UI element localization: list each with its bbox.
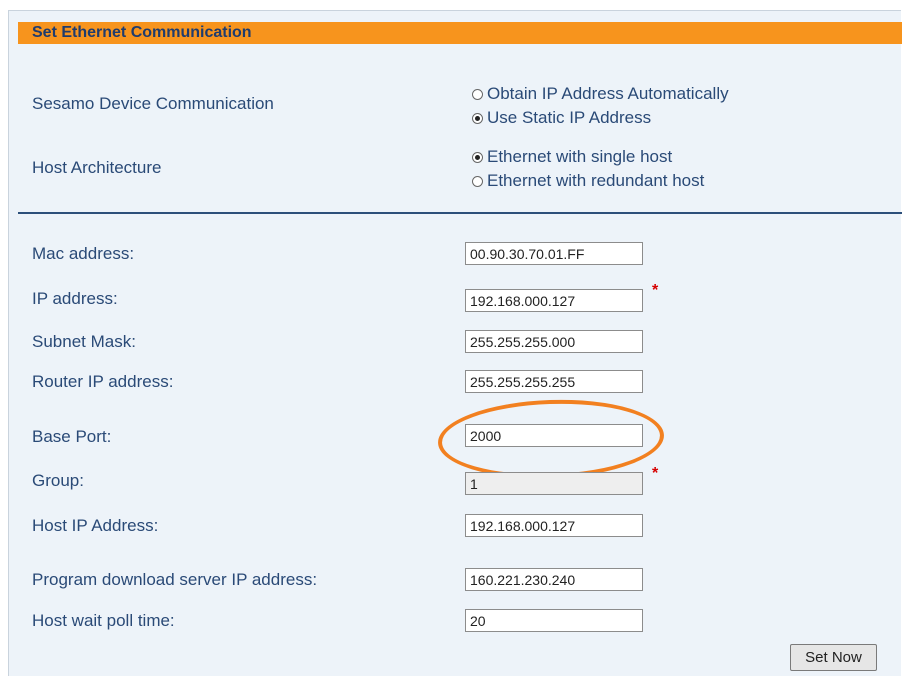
host-ip-label: Host IP Address:: [32, 516, 159, 535]
router-ip-label: Router IP address:: [32, 372, 174, 391]
required-marker: *: [652, 465, 659, 482]
group-input[interactable]: [465, 472, 643, 495]
mac-address-input[interactable]: [465, 242, 643, 265]
radio-button-icon[interactable]: [472, 88, 483, 100]
base-port-label: Base Port:: [32, 427, 112, 446]
download-server-ip-input[interactable]: [465, 568, 643, 591]
host-ip-input[interactable]: [465, 514, 643, 537]
radio-redundant-host[interactable]: Ethernet with redundant host: [472, 171, 704, 191]
radio-label: Use Static IP Address: [487, 108, 652, 127]
ip-address-label: IP address:: [32, 289, 118, 308]
radio-label: Ethernet with single host: [487, 147, 673, 166]
ip-address-input[interactable]: [465, 289, 643, 312]
required-marker: *: [652, 282, 659, 299]
host-architecture-label: Host Architecture: [32, 158, 162, 177]
group-label: Group:: [32, 471, 84, 490]
radio-label: Obtain IP Address Automatically: [487, 84, 729, 103]
section-title: Set Ethernet Communication: [32, 24, 252, 41]
radio-obtain-ip-auto[interactable]: Obtain IP Address Automatically: [472, 84, 729, 104]
device-communication-label: Sesamo Device Communication: [32, 94, 274, 113]
subnet-mask-input[interactable]: [465, 330, 643, 353]
radio-single-host[interactable]: Ethernet with single host: [472, 147, 672, 167]
host-wait-poll-time-label: Host wait poll time:: [32, 611, 175, 630]
set-now-button[interactable]: Set Now: [790, 644, 877, 671]
radio-button-selected-icon[interactable]: [472, 151, 483, 163]
section-divider: [18, 212, 902, 214]
router-ip-input[interactable]: [465, 370, 643, 393]
radio-label: Ethernet with redundant host: [487, 171, 705, 190]
radio-button-icon[interactable]: [472, 175, 483, 187]
subnet-mask-label: Subnet Mask:: [32, 332, 136, 351]
host-wait-poll-time-input[interactable]: [465, 609, 643, 632]
download-server-ip-label: Program download server IP address:: [32, 570, 318, 589]
section-header: Set Ethernet Communication: [18, 22, 902, 44]
radio-button-selected-icon[interactable]: [472, 112, 483, 124]
mac-address-label: Mac address:: [32, 244, 135, 263]
radio-static-ip[interactable]: Use Static IP Address: [472, 108, 651, 128]
